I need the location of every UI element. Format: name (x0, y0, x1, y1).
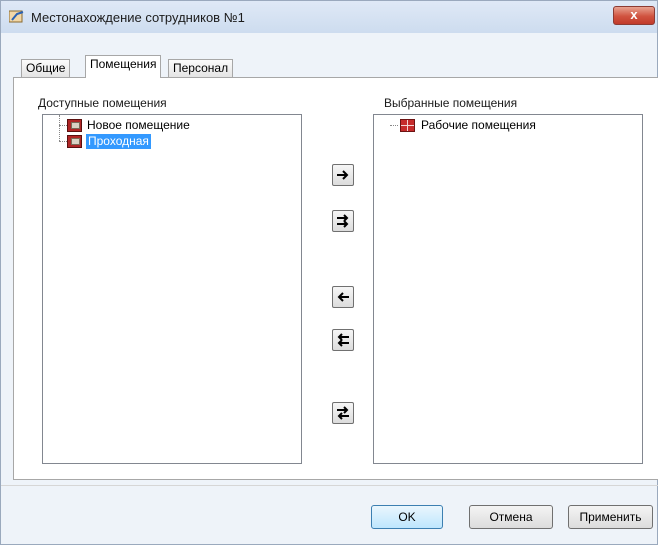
available-rooms-list[interactable]: Новое помещение Проходная (42, 114, 302, 464)
tab-label: Персонал (173, 61, 229, 75)
room-icon (67, 119, 82, 132)
arrow-right-icon (337, 170, 349, 180)
tab-label: Помещения (90, 57, 157, 71)
tree-connector (59, 115, 60, 141)
close-button[interactable]: x (613, 6, 655, 25)
tab-personnel[interactable]: Персонал (168, 59, 234, 77)
cancel-button-label: Отмена (489, 510, 533, 524)
list-item-label: Рабочие помещения (421, 118, 536, 132)
tab-label: Общие (26, 61, 66, 75)
cancel-button[interactable]: Отмена (469, 505, 553, 529)
swap-button[interactable] (332, 402, 354, 424)
tree-connector (59, 141, 67, 142)
tab-rooms[interactable]: Помещения (85, 55, 162, 78)
rooms-tab-panel: Доступные помещения Новое помещение Прох… (13, 77, 658, 480)
selected-rooms-caption: Выбранные помещения (384, 96, 518, 110)
window-title: Местонахождение сотрудников №1 (31, 10, 245, 25)
list-item-label: Проходная (86, 134, 151, 149)
tree-connector (59, 125, 67, 126)
ok-button[interactable]: OK (371, 505, 443, 529)
apply-button-label: Применить (579, 510, 642, 524)
ok-button-label: OK (398, 510, 416, 524)
close-icon: x (630, 7, 638, 22)
room-group-icon (400, 119, 415, 132)
add-all-button[interactable] (332, 210, 354, 232)
room-icon (67, 135, 82, 148)
add-one-button[interactable] (332, 164, 354, 186)
title-bar[interactable]: Местонахождение сотрудников №1 x (1, 1, 657, 33)
tab-general[interactable]: Общие (21, 59, 71, 77)
selected-rooms-list[interactable]: Рабочие помещения (373, 114, 643, 464)
footer-separator (1, 485, 658, 486)
tree-connector (390, 125, 398, 126)
double-arrow-left-icon (337, 333, 349, 347)
app-icon (9, 10, 24, 23)
apply-button[interactable]: Применить (568, 505, 653, 529)
available-rooms-caption: Доступные помещения (38, 96, 167, 110)
arrow-left-icon (337, 292, 349, 302)
swap-arrows-icon (337, 406, 349, 420)
list-item-label: Новое помещение (87, 118, 190, 132)
remove-all-button[interactable] (332, 329, 354, 351)
remove-one-button[interactable] (332, 286, 354, 308)
dialog-window: Местонахождение сотрудников №1 x Общие П… (0, 0, 658, 545)
double-arrow-right-icon (337, 214, 349, 228)
